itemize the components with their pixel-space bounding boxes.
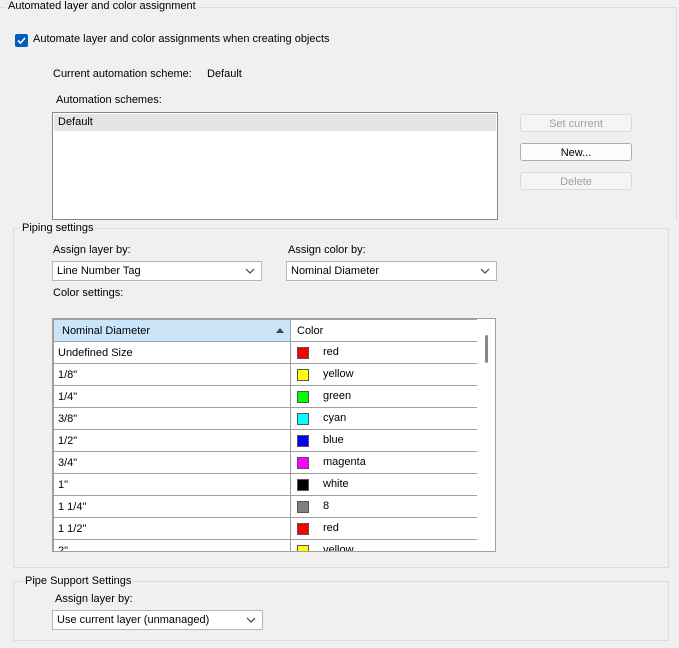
color-swatch — [297, 478, 309, 491]
piping-assign-layer-label: Assign layer by: — [53, 244, 131, 256]
nominal-diameter-cell: 1/2" — [53, 429, 291, 452]
piping-assign-layer-select[interactable]: Line Number Tag — [52, 261, 262, 281]
color-name: cyan — [323, 412, 347, 425]
color-swatch — [297, 544, 309, 551]
check-icon — [17, 37, 26, 45]
nominal-diameter-cell: 1 1/4" — [53, 495, 291, 518]
table-row[interactable]: 1" white — [53, 473, 479, 496]
nominal-diameter-cell: 2" — [53, 539, 291, 551]
piping-assign-color-value: Nominal Diameter — [291, 265, 380, 277]
color-cell[interactable]: red — [290, 517, 479, 540]
column-header-color[interactable]: Color — [290, 319, 479, 342]
color-settings-grid[interactable]: Nominal Diameter Color Undefined Size red… — [52, 318, 496, 552]
color-cell[interactable]: red — [290, 341, 479, 364]
chevron-down-icon — [246, 617, 256, 623]
color-name: yellow — [323, 544, 354, 552]
chevron-down-icon — [480, 268, 490, 274]
table-row[interactable]: 3/4" magenta — [53, 451, 479, 474]
piping-assign-layer-value: Line Number Tag — [57, 265, 141, 277]
color-cell[interactable]: 8 — [290, 495, 479, 518]
current-scheme-value: Default — [207, 68, 242, 80]
table-row[interactable]: 2" yellow — [53, 539, 479, 552]
grid-scrollbar[interactable] — [477, 319, 495, 551]
pipe-support-assign-layer-label: Assign layer by: — [55, 593, 133, 605]
table-row[interactable]: 1/2" blue — [53, 429, 479, 452]
table-row[interactable]: 1/8" yellow — [53, 363, 479, 386]
piping-settings-title: Piping settings — [20, 222, 96, 234]
color-swatch — [297, 500, 309, 513]
table-row[interactable]: 1 1/2" red — [53, 517, 479, 540]
nominal-diameter-cell: 1" — [53, 473, 291, 496]
color-name: magenta — [323, 456, 366, 469]
sort-ascending-icon — [276, 328, 284, 333]
color-swatch — [297, 390, 309, 403]
color-settings-label: Color settings: — [53, 287, 124, 299]
automate-checkbox-label: Automate layer and color assignments whe… — [33, 33, 330, 45]
pipe-support-assign-layer-select[interactable]: Use current layer (unmanaged) — [52, 610, 263, 630]
color-swatch — [297, 456, 309, 469]
nominal-diameter-cell: 3/8" — [53, 407, 291, 430]
color-name: blue — [323, 434, 344, 447]
color-name: 8 — [323, 500, 330, 513]
color-cell[interactable]: magenta — [290, 451, 479, 474]
color-cell[interactable]: yellow — [290, 539, 479, 552]
pipe-support-assign-layer-value: Use current layer (unmanaged) — [57, 614, 210, 626]
color-swatch — [297, 522, 309, 535]
new-scheme-button[interactable]: New... — [520, 143, 632, 161]
nominal-diameter-cell: Undefined Size — [53, 341, 291, 364]
table-row[interactable]: 1/4" green — [53, 385, 479, 408]
color-swatch — [297, 412, 309, 425]
table-row[interactable]: 3/8" cyan — [53, 407, 479, 430]
color-cell[interactable]: cyan — [290, 407, 479, 430]
current-scheme-label: Current automation scheme: — [53, 68, 192, 80]
nominal-diameter-cell: 1/4" — [53, 385, 291, 408]
color-swatch — [297, 346, 309, 359]
automated-layer-group-title: Automated layer and color assignment — [6, 0, 198, 12]
table-row[interactable]: 1 1/4" 8 — [53, 495, 479, 518]
piping-assign-color-select[interactable]: Nominal Diameter — [286, 261, 497, 281]
column-header-nominal-diameter[interactable]: Nominal Diameter — [53, 319, 291, 342]
pipe-support-title: Pipe Support Settings — [23, 575, 134, 587]
automate-checkbox[interactable] — [15, 34, 28, 47]
scheme-item-default[interactable]: Default — [54, 114, 496, 131]
color-name: red — [323, 346, 339, 359]
color-name: white — [323, 478, 349, 491]
set-current-button[interactable]: Set current — [520, 114, 632, 132]
grid-scrollbar-thumb[interactable] — [485, 335, 488, 363]
color-swatch — [297, 368, 309, 381]
color-cell[interactable]: yellow — [290, 363, 479, 386]
piping-assign-color-label: Assign color by: — [288, 244, 366, 256]
nominal-diameter-cell: 3/4" — [53, 451, 291, 474]
color-settings-table: Nominal Diameter Color Undefined Size red… — [53, 319, 479, 552]
color-cell[interactable]: white — [290, 473, 479, 496]
schemes-label: Automation schemes: — [56, 94, 162, 106]
nominal-diameter-cell: 1/8" — [53, 363, 291, 386]
color-swatch — [297, 434, 309, 447]
nominal-diameter-cell: 1 1/2" — [53, 517, 291, 540]
chevron-down-icon — [245, 268, 255, 274]
color-name: yellow — [323, 368, 354, 381]
table-row[interactable]: Undefined Size red — [53, 341, 479, 364]
schemes-listbox[interactable]: Default — [52, 112, 498, 220]
color-name: red — [323, 522, 339, 535]
color-cell[interactable]: blue — [290, 429, 479, 452]
delete-scheme-button[interactable]: Delete — [520, 172, 632, 190]
color-name: green — [323, 390, 352, 403]
color-cell[interactable]: green — [290, 385, 479, 408]
